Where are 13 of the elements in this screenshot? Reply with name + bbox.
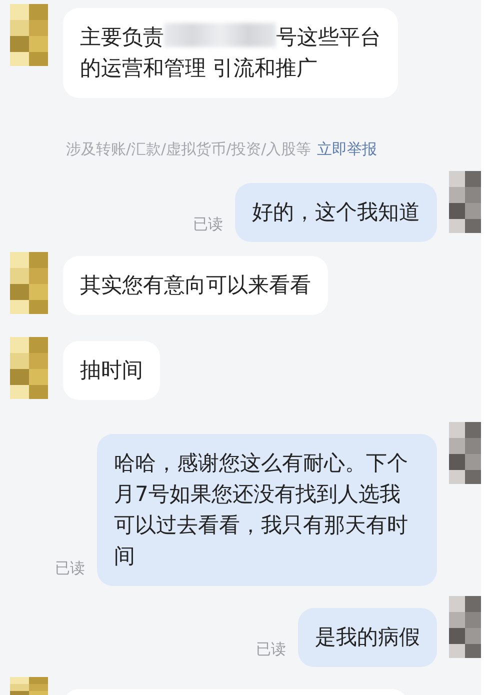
warning-text: 涉及转账/汇款/虚拟货币/投资/入股等 <box>66 140 312 158</box>
message-text: 号这些平台 <box>276 25 381 49</box>
message-text: 好的，这个我知道 <box>252 200 420 224</box>
message-text: 是我的病假 <box>315 624 420 648</box>
message-text: 主要负责 <box>80 25 164 49</box>
message-text: 的运营和管理 引流和推广 <box>80 55 319 82</box>
message-text: 其实您有意向可以来看看 <box>80 272 311 296</box>
read-status: 已读 <box>256 639 286 660</box>
message-text: 哈哈，感谢您这么有耐心。下个月7号如果您还没有找到人选我可以过去看看，我只有那天有时间 <box>114 450 408 568</box>
read-status: 已读 <box>193 214 223 235</box>
read-status: 已读 <box>55 558 85 579</box>
message-text: 抽时间 <box>80 358 143 382</box>
report-link[interactable]: 立即举报 <box>317 140 378 158</box>
